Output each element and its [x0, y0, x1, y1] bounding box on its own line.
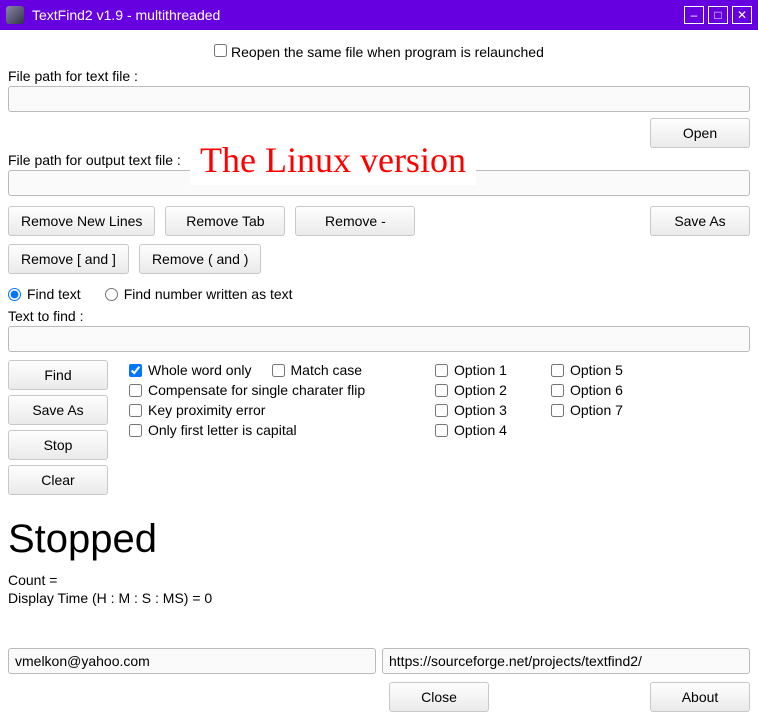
to-find-input[interactable] [8, 326, 750, 352]
whole-word-check[interactable]: Whole word only [129, 362, 252, 378]
option-2-check[interactable]: Option 2 [435, 382, 545, 398]
close-button[interactable]: Close [389, 682, 489, 712]
window-title: TextFind2 v1.9 - multithreaded [32, 7, 676, 23]
option-5-check[interactable]: Option 5 [551, 362, 661, 378]
option-7-check[interactable]: Option 7 [551, 402, 661, 418]
window-body: Reopen the same file when program is rel… [0, 30, 758, 722]
window-controls: – □ ✕ [684, 6, 752, 24]
titlebar: TextFind2 v1.9 - multithreaded – □ ✕ [0, 0, 758, 30]
remove-tab-button[interactable]: Remove Tab [165, 206, 285, 236]
option-6-check[interactable]: Option 6 [551, 382, 661, 398]
to-find-label: Text to find : [8, 308, 750, 324]
find-text-radio[interactable] [8, 288, 21, 301]
option-3-check[interactable]: Option 3 [435, 402, 545, 418]
close-icon[interactable]: ✕ [732, 6, 752, 24]
clear-button[interactable]: Clear [8, 465, 108, 495]
banner-text: The Linux version [190, 135, 476, 185]
file-in-label: File path for text file : [8, 68, 750, 84]
save-as-top-button[interactable]: Save As [650, 206, 750, 236]
status-count: Count = [8, 572, 750, 588]
find-button[interactable]: Find [8, 360, 108, 390]
remove-brackets-button[interactable]: Remove [ and ] [8, 244, 129, 274]
app-icon [6, 6, 24, 24]
mode-find-text[interactable]: Find text [8, 286, 81, 302]
reopen-checkbox[interactable] [214, 44, 227, 57]
option-1-check[interactable]: Option 1 [435, 362, 545, 378]
url-field[interactable] [382, 648, 750, 674]
key-prox-check[interactable]: Key proximity error [129, 402, 429, 418]
email-field[interactable] [8, 648, 376, 674]
find-number-radio[interactable] [105, 288, 118, 301]
option-4-check[interactable]: Option 4 [435, 422, 545, 438]
comp-flip-check[interactable]: Compensate for single charater flip [129, 382, 429, 398]
reopen-checkbox-wrap[interactable]: Reopen the same file when program is rel… [214, 44, 544, 60]
match-case-check[interactable]: Match case [272, 362, 363, 378]
remove-newlines-button[interactable]: Remove New Lines [8, 206, 155, 236]
open-button[interactable]: Open [650, 118, 750, 148]
save-as-button[interactable]: Save As [8, 395, 108, 425]
reopen-label: Reopen the same file when program is rel… [231, 44, 544, 60]
remove-dash-button[interactable]: Remove - [295, 206, 415, 236]
remove-parens-button[interactable]: Remove ( and ) [139, 244, 261, 274]
status-time: Display Time (H : M : S : MS) = 0 [8, 590, 750, 606]
file-in-input[interactable] [8, 86, 750, 112]
first-cap-check[interactable]: Only first letter is capital [129, 422, 429, 438]
about-button[interactable]: About [650, 682, 750, 712]
stop-button[interactable]: Stop [8, 430, 108, 460]
status-main: Stopped [8, 517, 750, 562]
maximize-icon[interactable]: □ [708, 6, 728, 24]
minimize-icon[interactable]: – [684, 6, 704, 24]
mode-find-number[interactable]: Find number written as text [105, 286, 293, 302]
